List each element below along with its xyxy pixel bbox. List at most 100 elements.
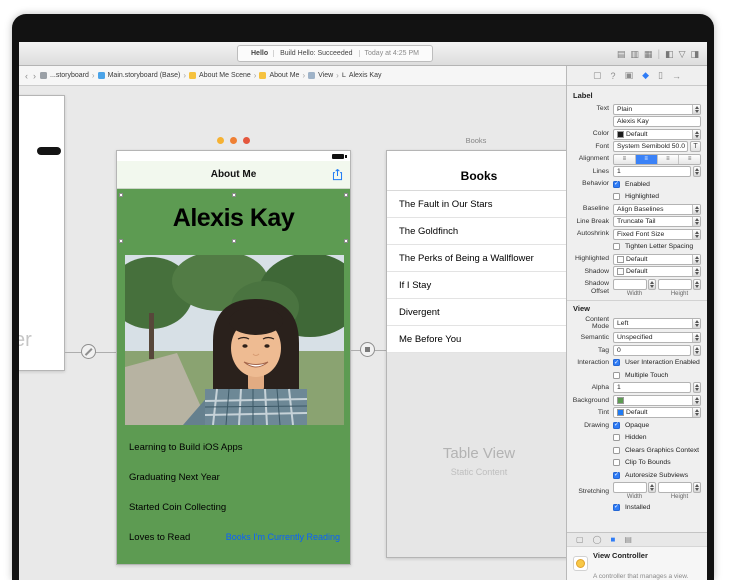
- selection-handle[interactable]: [344, 193, 348, 197]
- shadow-color-dropdown[interactable]: Default: [613, 266, 701, 277]
- tint-color-dropdown[interactable]: Default: [613, 407, 701, 419]
- tighten-letter-spacing-checkbox[interactable]: [613, 243, 620, 250]
- stretching-x-stepper[interactable]: [648, 482, 656, 494]
- text-style-dropdown[interactable]: Plain: [613, 103, 701, 115]
- breadcrumb-main-storyboard[interactable]: Main.storyboard (Base): [108, 72, 181, 79]
- books-scene-title[interactable]: Books: [386, 136, 566, 145]
- lines-stepper[interactable]: [693, 166, 701, 177]
- bio-label[interactable]: Graduating Next Year: [129, 472, 340, 483]
- bio-label[interactable]: Started Coin Collecting: [129, 502, 340, 513]
- bio-label[interactable]: Learning to Build iOS Apps: [129, 442, 340, 453]
- file-template-library-icon[interactable]: ▢: [576, 535, 584, 544]
- lines-field[interactable]: 1: [613, 166, 691, 177]
- autoshrink-dropdown[interactable]: Fixed Font Size: [613, 228, 701, 240]
- clears-graphics-checkbox[interactable]: [613, 446, 620, 454]
- shadow-offset-width-field[interactable]: [613, 278, 647, 290]
- alignment-segmented-control[interactable]: ≡ ≡ ≡ ≡: [613, 153, 701, 165]
- books-link[interactable]: Books I'm Currently Reading: [226, 532, 340, 542]
- autoresize-subviews-checkbox[interactable]: [613, 471, 620, 479]
- bio-label[interactable]: Loves to Read: [129, 532, 190, 543]
- enabled-checkbox[interactable]: [613, 180, 620, 188]
- breadcrumb-about-me-scene[interactable]: About Me Scene: [199, 72, 251, 79]
- shadow-offset-height-field[interactable]: [658, 278, 692, 290]
- quick-help-icon[interactable]: ?: [611, 71, 616, 81]
- multiple-touch-checkbox[interactable]: [613, 371, 620, 379]
- segue-connector[interactable]: [81, 344, 96, 359]
- table-cell[interactable]: The Fault in Our Stars: [387, 191, 566, 218]
- user-interaction-checkbox[interactable]: [613, 359, 620, 367]
- assistant-editor-icon[interactable]: ▥: [630, 49, 639, 60]
- highlighted-checkbox[interactable]: [613, 193, 620, 200]
- view-controller-dot-icon[interactable]: [217, 137, 224, 144]
- font-field[interactable]: System Semibold 50.0: [613, 141, 688, 152]
- tag-stepper[interactable]: [693, 344, 701, 356]
- table-view-placeholder[interactable]: Table View Static Content: [387, 353, 566, 557]
- semantic-dropdown[interactable]: Unspecified: [613, 332, 701, 344]
- baseline-dropdown[interactable]: Align Baselines: [613, 203, 701, 215]
- navigation-bar[interactable]: About Me: [117, 161, 350, 189]
- align-left-icon[interactable]: ≡: [614, 154, 636, 164]
- name-label[interactable]: Alexis Kay: [173, 204, 295, 233]
- breadcrumb-view[interactable]: View: [318, 72, 333, 79]
- first-responder-dot-icon[interactable]: [230, 137, 237, 144]
- table-cell[interactable]: The Perks of Being a Wallflower: [387, 245, 566, 272]
- alpha-field[interactable]: 1: [613, 382, 691, 394]
- segue-connector[interactable]: [360, 342, 375, 357]
- profile-photo[interactable]: [125, 255, 344, 425]
- debug-area-toggle-icon[interactable]: ▽: [679, 49, 686, 60]
- utilities-toggle-icon[interactable]: ◨: [690, 49, 699, 60]
- breadcrumb-alexis-kay[interactable]: Alexis Kay: [349, 72, 382, 79]
- background-color-dropdown[interactable]: [613, 394, 701, 406]
- green-background-view[interactable]: Alexis Kay Learning to Build iOS Apps Gr…: [117, 189, 350, 564]
- stretching-y-field[interactable]: [658, 482, 692, 494]
- storyboard-canvas[interactable]: er About Me Alexis Kay Learning to Build…: [19, 86, 566, 580]
- navigator-toggle-icon[interactable]: ◧: [665, 49, 674, 60]
- color-dropdown[interactable]: Default: [613, 128, 701, 140]
- connections-inspector-icon[interactable]: →: [672, 71, 681, 81]
- align-right-icon[interactable]: ≡: [657, 154, 680, 164]
- text-value-field[interactable]: Alexis Kay: [613, 116, 701, 127]
- align-center-icon[interactable]: ≡: [635, 154, 658, 164]
- breadcrumb-about-me[interactable]: About Me: [269, 72, 299, 79]
- linebreak-dropdown[interactable]: Truncate Tail: [613, 216, 701, 227]
- opaque-checkbox[interactable]: [613, 421, 620, 429]
- font-traits-button[interactable]: T: [690, 141, 701, 152]
- back-icon[interactable]: ‹: [24, 71, 29, 81]
- stretching-x-field[interactable]: [613, 482, 647, 494]
- selection-handle[interactable]: [231, 239, 236, 243]
- highlighted-color-dropdown[interactable]: Default: [613, 253, 701, 265]
- clipped-scene-card[interactable]: er: [19, 95, 65, 371]
- share-icon[interactable]: [332, 168, 343, 181]
- books-table-header[interactable]: Books: [387, 151, 566, 191]
- standard-editor-icon[interactable]: ▤: [617, 49, 626, 60]
- table-cell[interactable]: The Goldfinch: [387, 218, 566, 245]
- shadow-offset-width-stepper[interactable]: [648, 278, 656, 290]
- clip-to-bounds-checkbox[interactable]: [613, 459, 620, 467]
- shadow-offset-height-stepper[interactable]: [693, 278, 701, 290]
- tag-field[interactable]: 0: [613, 344, 691, 356]
- content-mode-dropdown[interactable]: Left: [613, 317, 701, 329]
- exit-dot-icon[interactable]: [243, 137, 250, 144]
- attributes-inspector-icon[interactable]: ◆: [642, 70, 649, 81]
- stretching-y-stepper[interactable]: [693, 482, 701, 494]
- align-justified-icon[interactable]: ≡: [679, 154, 700, 164]
- selection-handle[interactable]: [119, 239, 123, 243]
- books-scene-card[interactable]: Books The Fault in Our Stars The Goldfin…: [386, 150, 566, 558]
- selection-handle[interactable]: [344, 239, 348, 243]
- selection-handle[interactable]: [119, 193, 123, 197]
- table-cell[interactable]: Me Before You: [387, 326, 566, 353]
- identity-inspector-icon[interactable]: ▣: [625, 70, 634, 81]
- selected-label-frame[interactable]: Alexis Kay: [117, 193, 350, 243]
- selection-handle[interactable]: [231, 193, 236, 197]
- library-item-view-controller[interactable]: View Controller A controller that manage…: [567, 547, 707, 580]
- installed-checkbox[interactable]: [613, 503, 620, 511]
- breadcrumb-storyboard[interactable]: ...storyboard: [50, 72, 89, 79]
- file-inspector-icon[interactable]: ▢: [593, 70, 602, 81]
- forward-icon[interactable]: ›: [32, 71, 37, 81]
- table-cell[interactable]: If I Stay: [387, 272, 566, 299]
- hidden-checkbox[interactable]: [613, 434, 620, 442]
- table-cell[interactable]: Divergent: [387, 299, 566, 326]
- about-me-scene-card[interactable]: About Me Alexis Kay Learning to Build iO…: [116, 150, 351, 565]
- size-inspector-icon[interactable]: ▯: [658, 70, 663, 81]
- version-editor-icon[interactable]: ▦: [644, 49, 653, 60]
